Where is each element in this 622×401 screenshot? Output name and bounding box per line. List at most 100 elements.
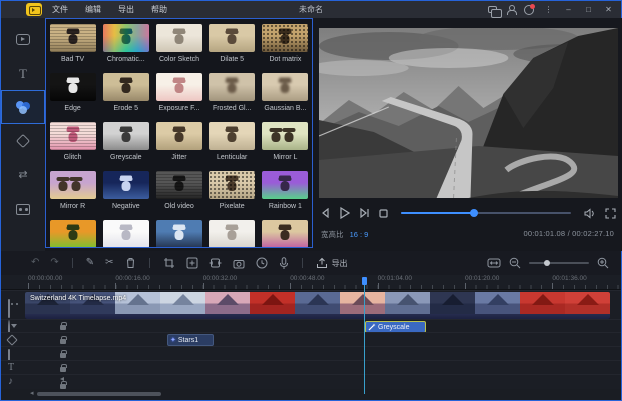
- split-button[interactable]: ✂: [105, 258, 113, 268]
- volume-icon[interactable]: [584, 208, 596, 219]
- text-track-icon[interactable]: T: [8, 363, 14, 373]
- fit-timeline-icon[interactable]: [487, 258, 501, 268]
- zoom-out-icon[interactable]: [509, 257, 521, 269]
- mosaic-button[interactable]: [209, 257, 222, 269]
- video-preview[interactable]: [319, 28, 618, 198]
- timeline-zoom-slider[interactable]: [529, 262, 589, 264]
- timeline-ruler[interactable]: 00:00:00.0000:00:16.0000:00:32.0000:00:4…: [1, 275, 621, 290]
- aspect-ratio-value[interactable]: 16 : 9: [350, 230, 369, 239]
- timeline-zoom-handle[interactable]: [544, 260, 550, 266]
- menu-edit[interactable]: 编辑: [85, 4, 101, 15]
- filter-thumbnail[interactable]: [262, 24, 308, 52]
- lock-icon[interactable]: [60, 384, 66, 389]
- redo-button[interactable]: ↷: [50, 258, 58, 268]
- music-track-icon[interactable]: ♪: [8, 377, 13, 387]
- menu-file[interactable]: 文件: [52, 4, 68, 15]
- filter-item-erode-5[interactable]: Erode 5: [99, 73, 152, 122]
- export-button[interactable]: 导出: [316, 257, 348, 269]
- filter-item-frosted-gl[interactable]: Frosted Gl...: [206, 73, 259, 122]
- video-track-icon[interactable]: [8, 299, 10, 318]
- filter-thumbnail[interactable]: [103, 73, 149, 101]
- filter-item-negative[interactable]: Negative: [99, 171, 152, 220]
- sidebar-item-filters[interactable]: [1, 90, 45, 124]
- filter-thumbnail[interactable]: [262, 122, 308, 150]
- filter-thumbnail[interactable]: [209, 171, 255, 199]
- lock-icon[interactable]: [60, 367, 66, 372]
- play-button[interactable]: [339, 207, 350, 219]
- filter-thumbnail[interactable]: [103, 220, 149, 248]
- filter-item-exposure-f[interactable]: Exposure F...: [152, 73, 205, 122]
- undo-button[interactable]: ↶: [31, 258, 39, 268]
- lock-icon[interactable]: [60, 353, 66, 358]
- menu-export[interactable]: 导出: [118, 4, 134, 15]
- crop-button[interactable]: [163, 257, 175, 269]
- scrollbar-thumb[interactable]: [37, 392, 161, 396]
- filter-item-edge[interactable]: Edge: [46, 73, 99, 122]
- filter-thumbnail[interactable]: [156, 220, 202, 248]
- voiceover-button[interactable]: [279, 257, 289, 270]
- app-logo-icon[interactable]: [26, 3, 42, 16]
- filter-thumbnail[interactable]: [156, 171, 202, 199]
- filter-thumbnail[interactable]: [50, 220, 96, 248]
- playhead[interactable]: [362, 277, 367, 394]
- maximize-button[interactable]: □: [583, 4, 594, 15]
- edit-button[interactable]: ✎: [86, 258, 94, 268]
- filter-item-pixelate[interactable]: Pixelate: [206, 171, 259, 220]
- video-clip[interactable]: Switzerland 4K Timelapse.mp4: [25, 292, 610, 319]
- filter-item[interactable]: [46, 220, 99, 248]
- filter-item-bad-tv[interactable]: Bad TV: [46, 24, 99, 73]
- progress-slider[interactable]: [401, 212, 571, 214]
- filter-item-lenticular[interactable]: Lenticular: [206, 122, 259, 171]
- filter-thumbnail[interactable]: [50, 24, 96, 52]
- filter-item[interactable]: [259, 220, 312, 248]
- filter-thumbnail[interactable]: [262, 220, 308, 248]
- next-frame-button[interactable]: [359, 208, 370, 218]
- overlay-track-icon[interactable]: [6, 334, 17, 345]
- screen-capture-icon[interactable]: [488, 6, 497, 13]
- filter-item[interactable]: [99, 220, 152, 248]
- more-menu-icon[interactable]: ⋮: [543, 4, 554, 15]
- menu-help[interactable]: 帮助: [151, 4, 167, 15]
- filter-thumbnail[interactable]: [262, 171, 308, 199]
- duration-button[interactable]: [256, 257, 268, 269]
- filter-thumbnail[interactable]: [50, 73, 96, 101]
- filter-thumbnail[interactable]: [156, 122, 202, 150]
- progress-handle[interactable]: [470, 209, 478, 217]
- filter-thumbnail[interactable]: [156, 24, 202, 52]
- sidebar-item-overlay[interactable]: [1, 124, 45, 158]
- filter-thumbnail[interactable]: [156, 73, 202, 101]
- filter-item[interactable]: [152, 220, 205, 248]
- scroll-left-icon[interactable]: ◂: [30, 390, 34, 398]
- playhead-handle[interactable]: [362, 277, 367, 285]
- promotion-icon[interactable]: [524, 5, 534, 15]
- filter-item-old-video[interactable]: Old video: [152, 171, 205, 220]
- filter-item-chromatic[interactable]: Chromatic...: [99, 24, 152, 73]
- zoom-button[interactable]: [186, 257, 198, 269]
- filter-item-dilate-5[interactable]: Dilate 5: [206, 24, 259, 73]
- minimize-button[interactable]: –: [563, 4, 574, 15]
- filter-item-greyscale[interactable]: Greyscale: [99, 122, 152, 171]
- filter-thumbnail[interactable]: [50, 122, 96, 150]
- lock-icon[interactable]: [60, 339, 66, 344]
- filter-item-jitter[interactable]: Jitter: [152, 122, 205, 171]
- filter-thumbnail[interactable]: [262, 73, 308, 101]
- filter-thumbnail[interactable]: [209, 220, 255, 248]
- filter-item-mirror-r[interactable]: Mirror R: [46, 171, 99, 220]
- sidebar-item-text[interactable]: T: [1, 56, 45, 90]
- sidebar-item-transition[interactable]: ⇄: [1, 158, 45, 192]
- lock-icon[interactable]: [60, 325, 66, 330]
- fullscreen-icon[interactable]: [605, 208, 616, 219]
- filter-thumbnail[interactable]: [209, 73, 255, 101]
- filter-item-color-sketch[interactable]: Color Sketch: [152, 24, 205, 73]
- filter-thumbnail[interactable]: [50, 171, 96, 199]
- zoom-in-icon[interactable]: [597, 257, 609, 269]
- filter-item-rainbow-1[interactable]: Rainbow 1: [259, 171, 312, 220]
- previous-frame-button[interactable]: [321, 208, 330, 218]
- filter-thumbnail[interactable]: [103, 122, 149, 150]
- sidebar-item-media[interactable]: [1, 22, 45, 56]
- close-button[interactable]: ✕: [603, 4, 614, 15]
- filter-thumbnail[interactable]: [103, 171, 149, 199]
- filter-thumbnail[interactable]: [103, 24, 149, 52]
- snapshot-button[interactable]: [233, 258, 245, 269]
- filter-item-dot-matrix[interactable]: Dot matrix: [259, 24, 312, 73]
